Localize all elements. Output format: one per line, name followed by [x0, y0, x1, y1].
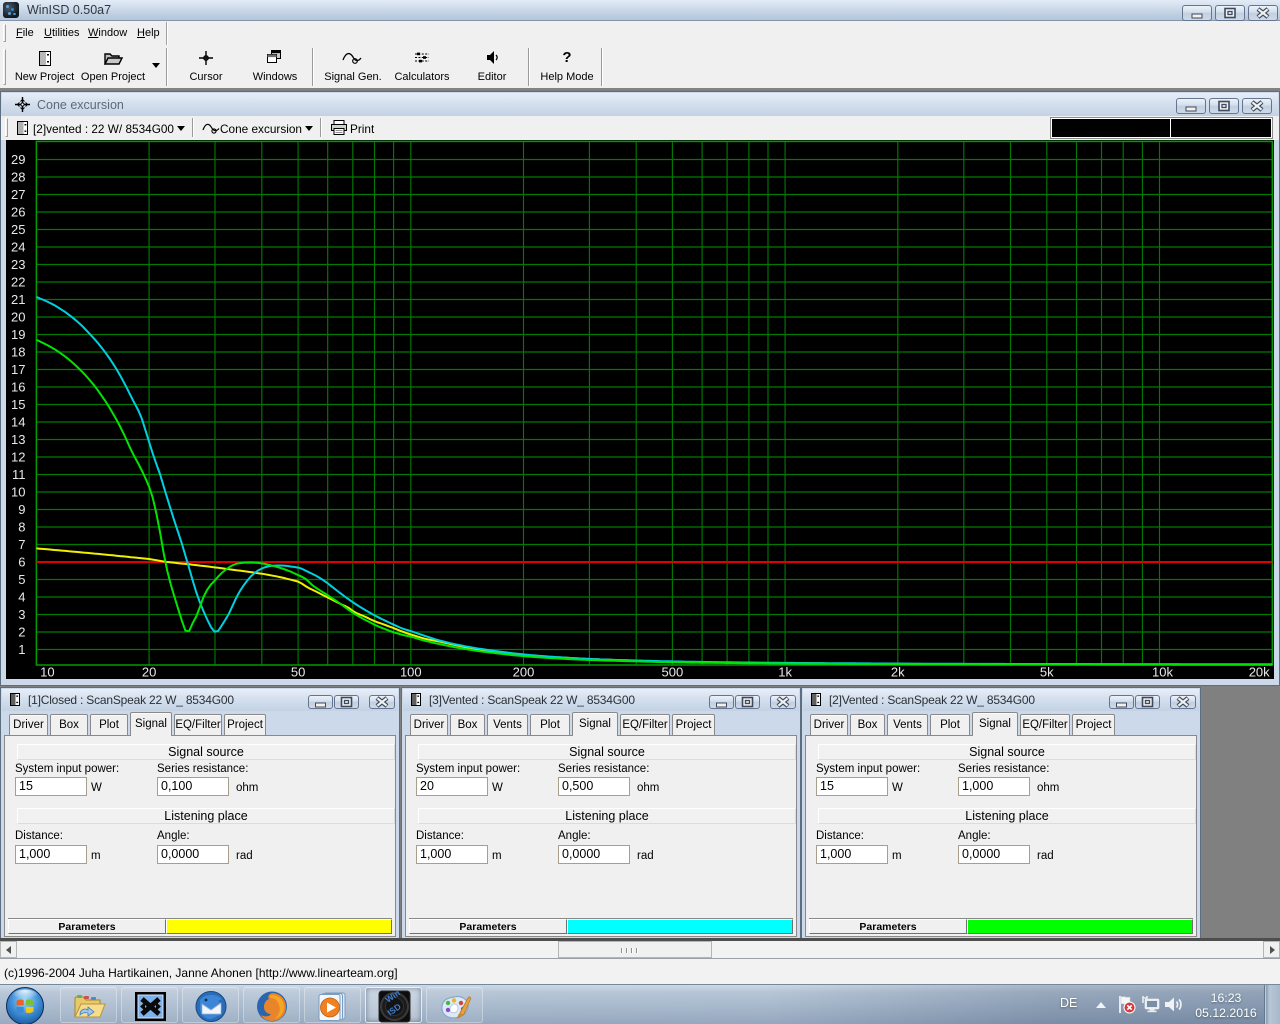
svg-text:500: 500 [662, 665, 684, 680]
svg-text:27: 27 [11, 187, 25, 202]
svg-text:20: 20 [11, 310, 25, 325]
svg-text:1k: 1k [778, 665, 792, 680]
svg-text:13: 13 [11, 432, 25, 447]
svg-text:24: 24 [11, 240, 25, 255]
svg-text:200: 200 [513, 665, 535, 680]
svg-text:4: 4 [18, 590, 25, 605]
svg-text:20k: 20k [1249, 665, 1270, 680]
svg-text:16: 16 [11, 380, 25, 395]
svg-text:29: 29 [11, 152, 25, 167]
svg-text:9: 9 [18, 502, 25, 517]
svg-text:6: 6 [18, 555, 25, 570]
svg-text:28: 28 [11, 170, 25, 185]
svg-text:10: 10 [11, 485, 25, 500]
svg-text:12: 12 [11, 450, 25, 465]
svg-text:17: 17 [11, 362, 25, 377]
svg-text:11: 11 [12, 467, 26, 482]
svg-text:19: 19 [11, 327, 25, 342]
svg-text:100: 100 [400, 665, 422, 680]
svg-text:2: 2 [18, 625, 25, 640]
svg-text:8: 8 [18, 520, 25, 535]
svg-text:15: 15 [11, 397, 25, 412]
svg-text:26: 26 [11, 205, 25, 220]
svg-text:7: 7 [18, 537, 25, 552]
svg-text:5k: 5k [1040, 665, 1054, 680]
svg-text:3: 3 [18, 607, 25, 622]
svg-text:20: 20 [142, 665, 156, 680]
svg-text:23: 23 [11, 257, 25, 272]
svg-text:10: 10 [40, 665, 54, 680]
svg-text:1: 1 [18, 642, 25, 657]
svg-text:10k: 10k [1152, 665, 1173, 680]
svg-text:14: 14 [11, 415, 25, 430]
svg-text:25: 25 [11, 222, 25, 237]
svg-text:5: 5 [18, 572, 25, 587]
svg-text:21: 21 [11, 292, 25, 307]
svg-text:18: 18 [11, 345, 25, 360]
svg-text:2k: 2k [891, 665, 905, 680]
svg-text:50: 50 [291, 665, 305, 680]
svg-text:22: 22 [11, 275, 25, 290]
